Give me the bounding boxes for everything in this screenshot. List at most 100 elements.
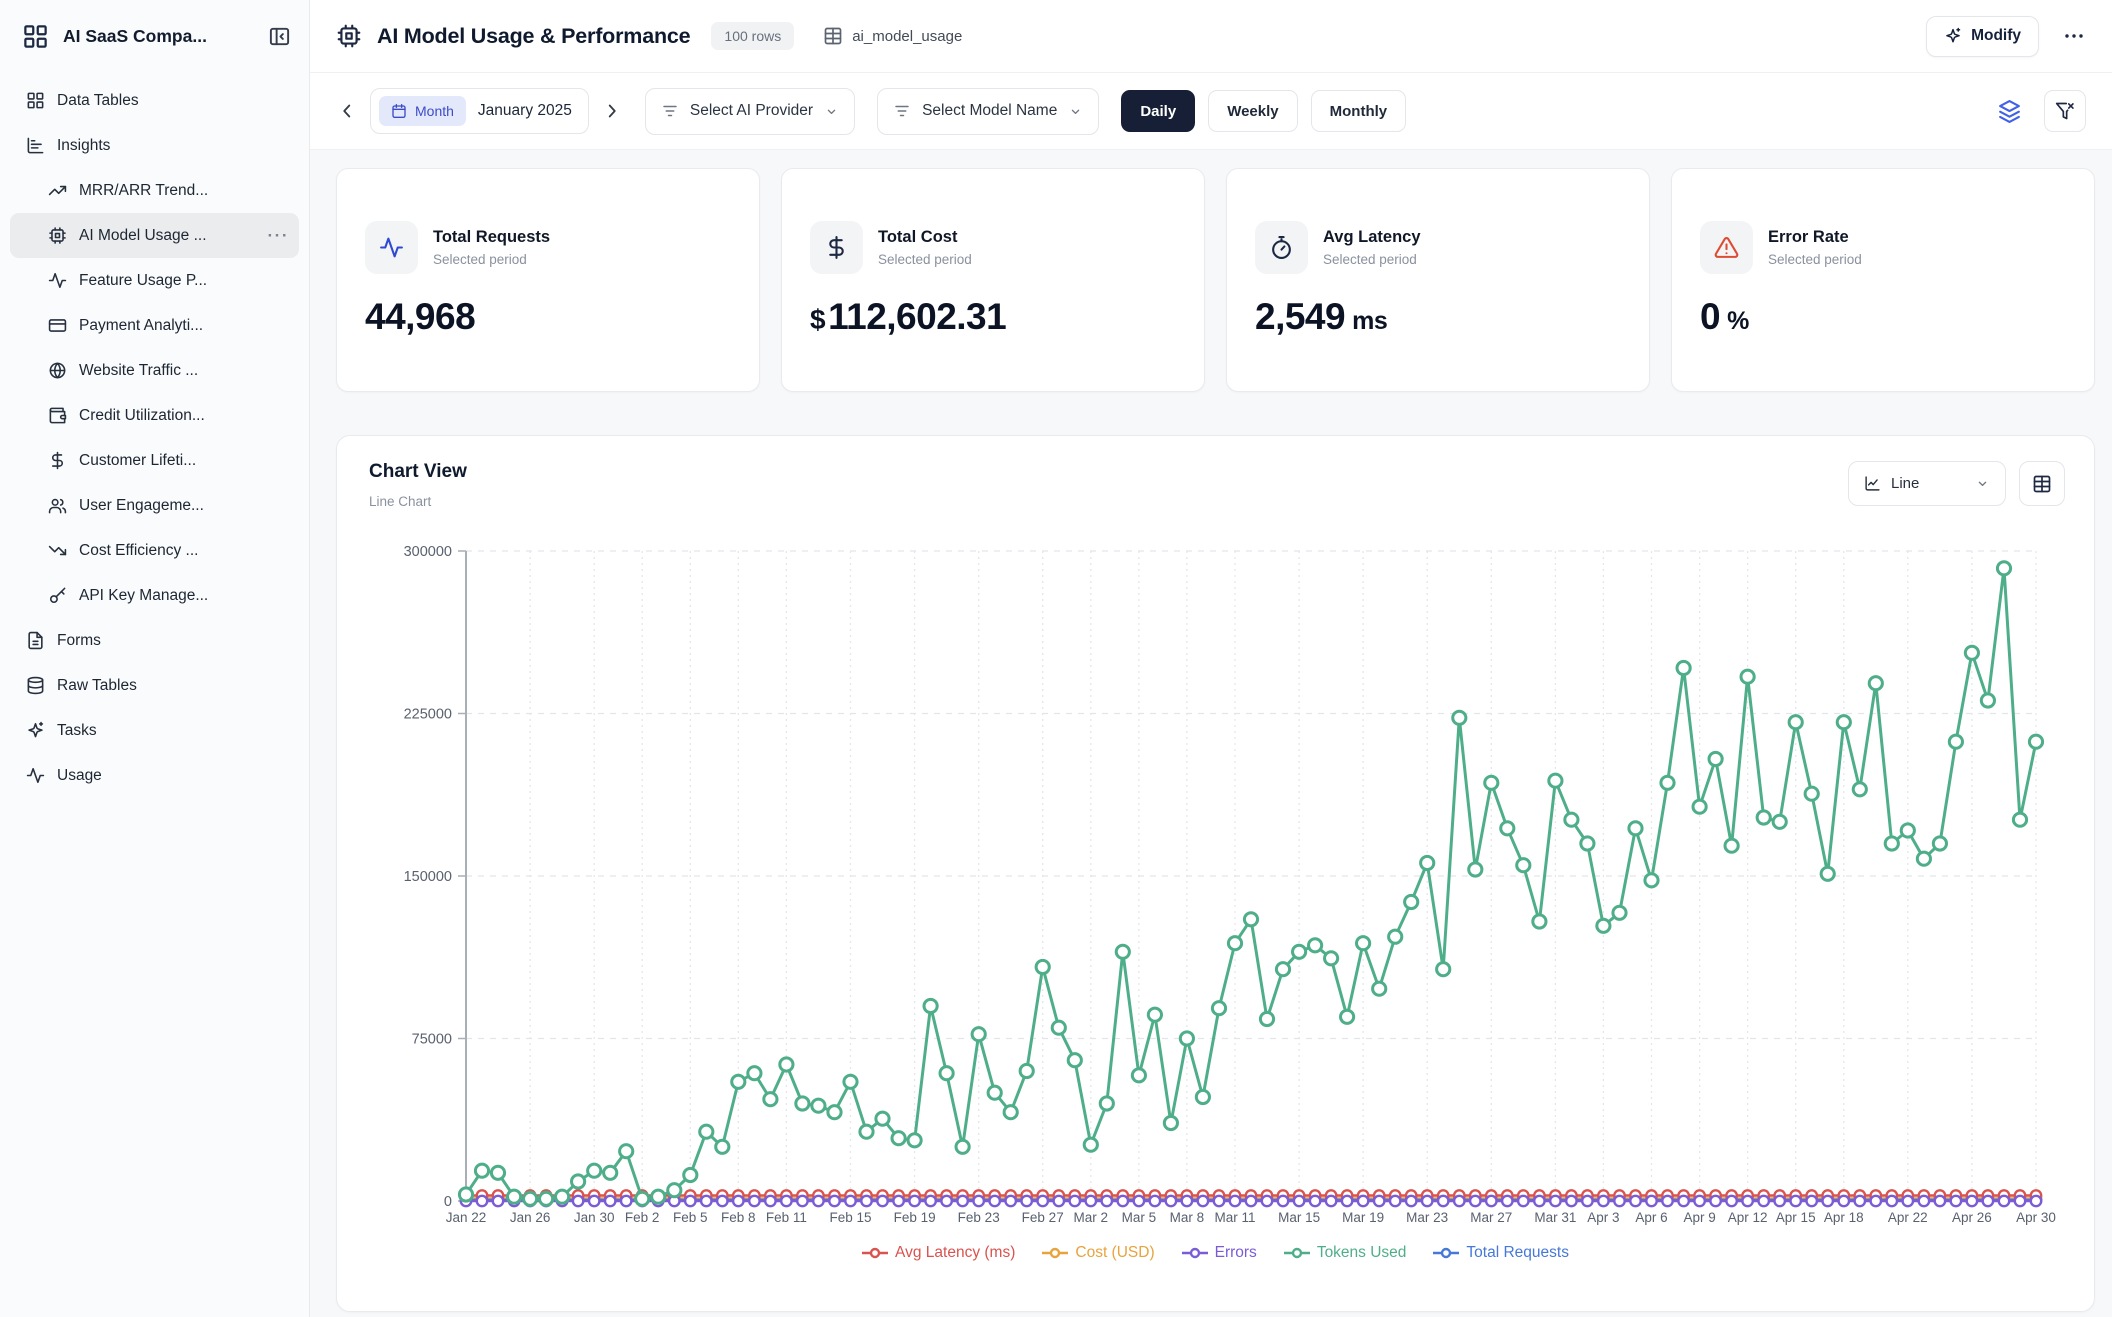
sidebar-item-customer-lifeti[interactable]: Customer Lifeti... (10, 438, 299, 483)
sidebar-item-label: Customer Lifeti... (79, 452, 196, 470)
svg-text:Feb 5: Feb 5 (673, 1210, 708, 1225)
legend-label: Avg Latency (ms) (895, 1244, 1015, 1262)
legend-item-avg-latency-ms[interactable]: Avg Latency (ms) (862, 1244, 1015, 1262)
sidebar-item-label: Data Tables (57, 92, 139, 110)
svg-text:Feb 8: Feb 8 (721, 1210, 756, 1225)
period-type-chip[interactable]: Month (379, 96, 466, 126)
chart-plot-area: Jan 22Jan 26Jan 30Feb 2Feb 5Feb 8Feb 11F… (337, 541, 2096, 1241)
chevron-down-icon (1068, 104, 1083, 119)
chevron-down-icon (824, 104, 839, 119)
legend-item-tokens-used[interactable]: Tokens Used (1284, 1244, 1407, 1262)
sidebar-collapse-icon[interactable] (268, 25, 291, 48)
legend-item-errors[interactable]: Errors (1182, 1244, 1257, 1262)
svg-text:0: 0 (444, 1194, 452, 1210)
chart-title: Chart View (369, 461, 467, 483)
sidebar-item-tasks[interactable]: Tasks (10, 708, 299, 753)
page-title: AI Model Usage & Performance (377, 24, 690, 49)
legend-marker-icon (1284, 1246, 1310, 1260)
trending-down-icon (48, 541, 67, 560)
legend-label: Cost (USD) (1075, 1244, 1154, 1262)
more-menu-icon[interactable] (2062, 24, 2086, 48)
svg-text:Feb 23: Feb 23 (958, 1210, 1000, 1225)
sidebar: AI SaaS Compa... Data Tables Insights MRR/… (0, 0, 310, 1317)
sidebar-item-label: AI Model Usage ... (79, 227, 207, 245)
kpi-cards: Total RequestsSelected period44,968Total… (336, 168, 2095, 392)
previous-period-button[interactable] (336, 100, 358, 122)
sidebar-item-feature-usage-p[interactable]: Feature Usage P... (10, 258, 299, 303)
credit-card-icon (48, 316, 67, 335)
activity-icon (26, 766, 45, 785)
kpi-icon-tile (365, 221, 418, 274)
sidebar-item-mrr-arr-trend[interactable]: MRR/ARR Trend... (10, 168, 299, 213)
sidebar-header: AI SaaS Compa... (0, 0, 309, 68)
sidebar-item-label: Credit Utilization... (79, 407, 205, 425)
sidebar-item-label: MRR/ARR Trend... (79, 182, 208, 200)
legend-marker-icon (1042, 1246, 1068, 1260)
svg-text:Mar 15: Mar 15 (1278, 1210, 1320, 1225)
next-period-button[interactable] (601, 100, 623, 122)
legend-marker-icon (862, 1246, 888, 1260)
chart-legend: Avg Latency (ms) Cost (USD) Errors Tokens U… (337, 1244, 2094, 1262)
table-view-button[interactable] (2019, 461, 2065, 506)
period-value: January 2025 (478, 102, 572, 120)
period-selector[interactable]: Month January 2025 (370, 88, 589, 134)
line-chart-icon (1864, 475, 1881, 492)
granularity-daily-button[interactable]: Daily (1121, 90, 1195, 132)
kpi-subtitle: Selected period (1768, 252, 1862, 267)
list-filter-icon (893, 102, 911, 120)
sidebar-item-api-key-manage[interactable]: API Key Manage... (10, 573, 299, 618)
sidebar-item-payment-analyti[interactable]: Payment Analyti... (10, 303, 299, 348)
model-name-select[interactable]: Select Model Name (877, 88, 1099, 135)
sidebar-item-credit-utilization[interactable]: Credit Utilization... (10, 393, 299, 438)
svg-text:Feb 2: Feb 2 (625, 1210, 660, 1225)
legend-item-cost-usd[interactable]: Cost (USD) (1042, 1244, 1154, 1262)
svg-text:Apr 15: Apr 15 (1776, 1210, 1816, 1225)
granularity-monthly-button[interactable]: Monthly (1311, 90, 1407, 132)
svg-text:Mar 19: Mar 19 (1342, 1210, 1384, 1225)
modify-button[interactable]: Modify (1926, 16, 2039, 57)
clear-filters-button[interactable] (2044, 90, 2086, 132)
svg-text:Mar 27: Mar 27 (1470, 1210, 1512, 1225)
layers-icon[interactable] (1997, 99, 2022, 124)
workspace-name: AI SaaS Compa... (63, 26, 254, 47)
database-icon (26, 676, 45, 695)
sidebar-item-data-tables[interactable]: Data Tables (10, 78, 299, 123)
line-chart-svg[interactable]: Jan 22Jan 26Jan 30Feb 2Feb 5Feb 8Feb 11F… (337, 541, 2096, 1241)
svg-text:Jan 30: Jan 30 (574, 1210, 615, 1225)
sidebar-item-ai-model-usage[interactable]: AI Model Usage ... ··· (10, 213, 299, 258)
chart-type-select[interactable]: Line (1848, 461, 2006, 506)
item-more-icon[interactable]: ··· (262, 226, 289, 246)
key-icon (48, 586, 67, 605)
kpi-card-avg-latency: Avg LatencySelected period2,549ms (1226, 168, 1650, 392)
granularity-weekly-button[interactable]: Weekly (1208, 90, 1297, 132)
legend-item-total-requests[interactable]: Total Requests (1433, 1244, 1569, 1262)
svg-text:Apr 18: Apr 18 (1824, 1210, 1864, 1225)
sidebar-item-forms[interactable]: Forms (10, 618, 299, 663)
workspace-logo-icon (22, 23, 49, 50)
sidebar-item-usage[interactable]: Usage (10, 753, 299, 798)
sidebar-item-label: Forms (57, 632, 101, 650)
sidebar-item-insights[interactable]: Insights (10, 123, 299, 168)
sidebar-item-label: Feature Usage P... (79, 272, 207, 290)
sidebar-item-label: Website Traffic ... (79, 362, 198, 380)
kpi-subtitle: Selected period (433, 252, 550, 267)
kpi-title: Total Cost (878, 228, 972, 247)
calendar-icon (391, 103, 407, 119)
activity-icon (48, 271, 67, 290)
svg-text:Apr 9: Apr 9 (1683, 1210, 1715, 1225)
svg-text:Apr 6: Apr 6 (1635, 1210, 1667, 1225)
table-icon (2032, 474, 2052, 494)
granularity-toggle: Daily Weekly Monthly (1121, 90, 1406, 132)
sidebar-item-user-engageme[interactable]: User Engageme... (10, 483, 299, 528)
svg-text:Apr 30: Apr 30 (2016, 1210, 2056, 1225)
sidebar-item-cost-efficiency[interactable]: Cost Efficiency ... (10, 528, 299, 573)
sidebar-item-label: Tasks (57, 722, 97, 740)
sidebar-item-website-traffic[interactable]: Website Traffic ... (10, 348, 299, 393)
ai-provider-select[interactable]: Select AI Provider (645, 88, 855, 135)
sidebar-item-raw-tables[interactable]: Raw Tables (10, 663, 299, 708)
legend-marker-icon (1182, 1246, 1208, 1260)
kpi-icon-tile (1700, 221, 1753, 274)
svg-text:150000: 150000 (404, 869, 452, 885)
svg-text:Mar 8: Mar 8 (1170, 1210, 1205, 1225)
source-table[interactable]: ai_model_usage (823, 26, 962, 46)
